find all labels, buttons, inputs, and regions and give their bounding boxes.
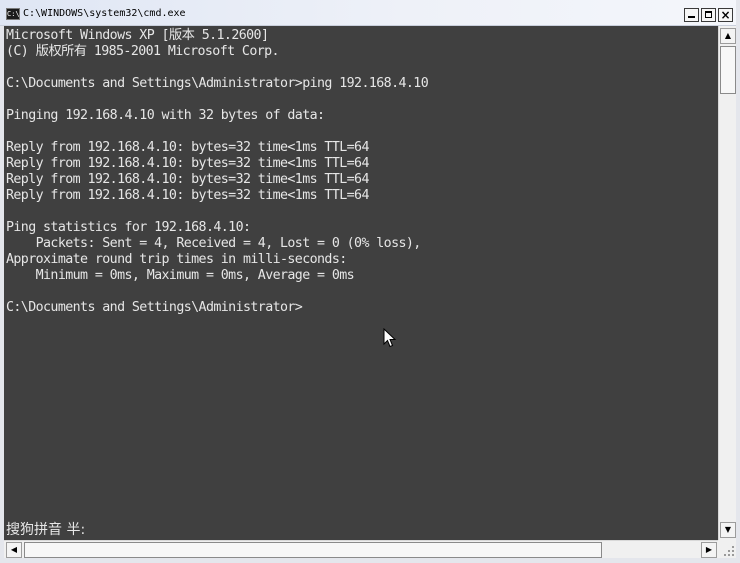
console-line: Packets: Sent = 4, Received = 4, Lost = …: [6, 236, 422, 251]
scroll-down-button[interactable]: ▼: [720, 522, 736, 538]
scroll-right-icon: ▶: [705, 545, 713, 554]
ime-status-bar: 搜狗拼音 半:: [6, 522, 86, 538]
console-line: Reply from 192.168.4.10: bytes=32 time<1…: [6, 156, 369, 171]
console-line: C:\Documents and Settings\Administrator>…: [6, 76, 429, 91]
vertical-scroll-thumb[interactable]: [720, 46, 736, 94]
cmd-window: C:\ C:\WINDOWS\system32\cmd.exe × Micros…: [0, 0, 740, 563]
console-line: Ping statistics for 192.168.4.10:: [6, 220, 251, 235]
resize-grip-icon[interactable]: [720, 542, 736, 558]
horizontal-scroll-thumb[interactable]: [24, 542, 602, 558]
console-line: Approximate round trip times in milli-se…: [6, 252, 347, 267]
minimize-button[interactable]: [684, 8, 699, 22]
scroll-left-icon: ◀: [10, 545, 18, 554]
scroll-up-icon: ▲: [724, 31, 732, 40]
mouse-pointer-icon: [383, 328, 397, 348]
window-frame-right: [736, 0, 740, 563]
window-title: C:\WINDOWS\system32\cmd.exe: [23, 8, 186, 19]
scroll-left-button[interactable]: ◀: [6, 542, 22, 558]
scroll-up-button[interactable]: ▲: [720, 28, 736, 44]
maximize-button[interactable]: [701, 8, 716, 22]
console-text: Microsoft Windows XP [版本 5.1.2600] (C) 版…: [6, 28, 429, 316]
maximize-icon: [705, 11, 712, 18]
console-line: Reply from 192.168.4.10: bytes=32 time<1…: [6, 188, 369, 203]
console-output-area[interactable]: Microsoft Windows XP [版本 5.1.2600] (C) 版…: [4, 26, 718, 540]
scroll-right-button[interactable]: ▶: [701, 542, 717, 558]
console-line: Reply from 192.168.4.10: bytes=32 time<1…: [6, 172, 369, 187]
horizontal-scrollbar[interactable]: ◀ ▶: [4, 540, 718, 558]
window-frame-bottom: [0, 558, 740, 563]
title-bar[interactable]: C:\ C:\WINDOWS\system32\cmd.exe ×: [0, 0, 740, 26]
cmd-app-icon[interactable]: C:\: [6, 8, 20, 20]
minimize-icon: [688, 16, 695, 18]
console-line: Pinging 192.168.4.10 with 32 bytes of da…: [6, 108, 325, 123]
close-icon: ×: [720, 8, 731, 22]
vertical-scrollbar[interactable]: ▲ ▼: [718, 26, 736, 540]
console-line: (C) 版权所有 1985-2001 Microsoft Corp.: [6, 44, 280, 59]
console-line: Microsoft Windows XP [版本 5.1.2600]: [6, 28, 269, 43]
console-line: Reply from 192.168.4.10: bytes=32 time<1…: [6, 140, 369, 155]
close-button[interactable]: ×: [718, 8, 733, 22]
scroll-down-icon: ▼: [724, 525, 732, 534]
console-line: Minimum = 0ms, Maximum = 0ms, Average = …: [6, 268, 355, 283]
console-line: C:\Documents and Settings\Administrator>: [6, 300, 303, 315]
